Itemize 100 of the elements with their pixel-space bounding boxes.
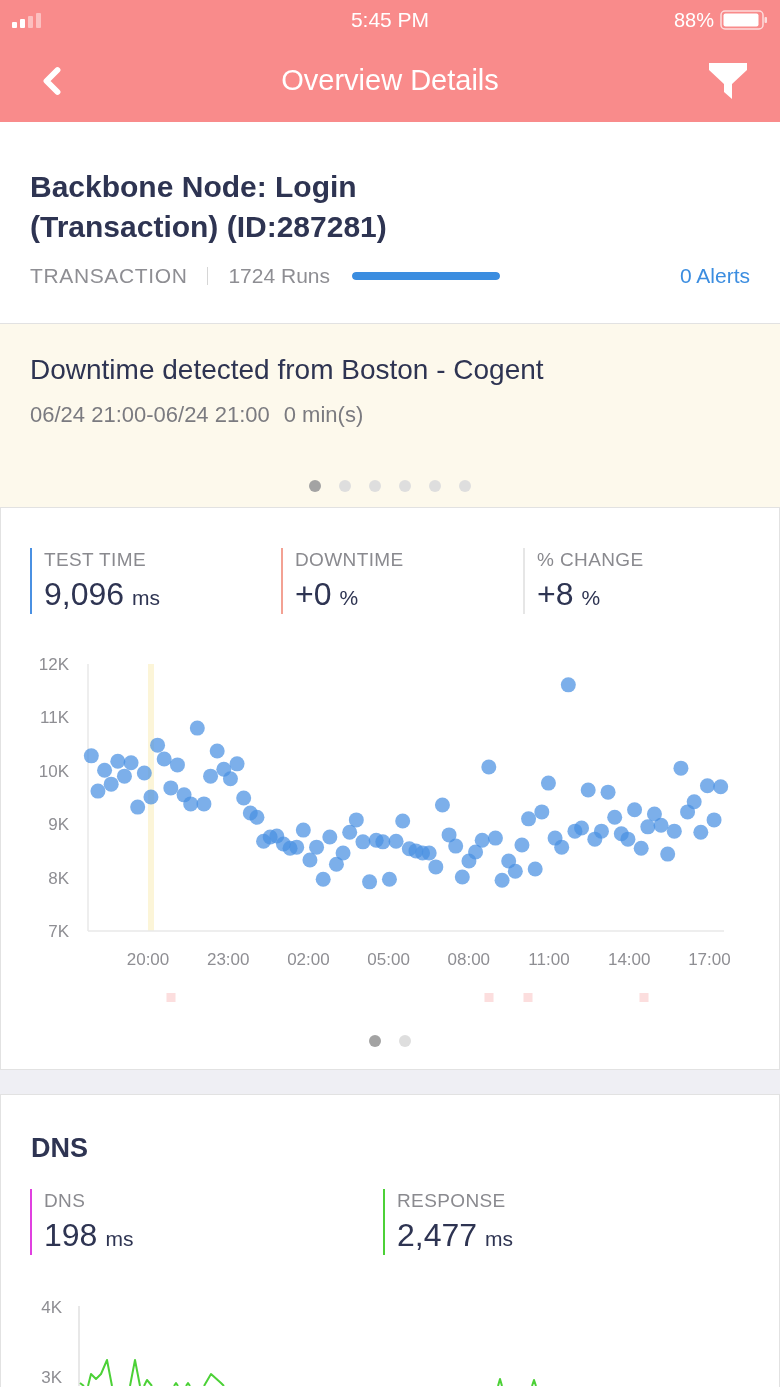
data-point [501, 853, 517, 869]
data-point [554, 839, 570, 855]
x-tick-label: 23:00 [206, 950, 250, 969]
data-point [375, 834, 391, 850]
battery-percent: 88% [673, 8, 714, 33]
data-point [468, 844, 484, 860]
data-point [627, 802, 643, 818]
y-tick-label: 12K [38, 655, 69, 674]
y-tick-label: 8K [48, 868, 69, 888]
test-type: TRANSACTION [30, 263, 188, 290]
data-point [593, 823, 609, 839]
data-point [507, 863, 523, 879]
data-point [150, 737, 166, 753]
data-point [143, 789, 159, 805]
data-point [640, 819, 656, 835]
data-point [123, 755, 139, 771]
data-point [421, 845, 437, 861]
alert-period: 06/24 21:00-06/24 21:00 [30, 401, 270, 429]
data-point [534, 804, 550, 820]
data-point [388, 833, 404, 849]
data-point [335, 845, 351, 861]
data-point [653, 817, 669, 833]
data-point [196, 796, 212, 812]
metric-value: 2,477 [397, 1216, 478, 1255]
data-point [560, 677, 576, 693]
data-point [355, 834, 371, 850]
y-tick-label: 10K [38, 761, 69, 781]
data-point [686, 794, 702, 810]
data-point [315, 871, 331, 887]
x-tick-label: 08:00 [447, 950, 491, 969]
dns-title: DNS [30, 1132, 89, 1165]
data-point [90, 783, 106, 799]
battery-icon [720, 10, 768, 30]
x-tick-label: 17:00 [688, 950, 731, 969]
metric-value: +0 [295, 575, 332, 614]
metric-label: RESPONSE [397, 1189, 507, 1213]
data-point [136, 765, 152, 781]
data-point [521, 811, 537, 827]
data-point [693, 824, 709, 840]
square-marker-icon [166, 993, 176, 1002]
data-point [474, 832, 490, 848]
data-point [660, 846, 676, 862]
data-point [183, 796, 199, 812]
data-point [163, 780, 179, 796]
data-point [103, 776, 119, 792]
x-tick-label: 14:00 [607, 950, 651, 969]
data-point [487, 830, 503, 846]
data-point [116, 768, 132, 784]
data-point [328, 856, 344, 872]
data-point [309, 839, 325, 855]
metric-label: DOWNTIME [295, 548, 404, 572]
data-point [249, 809, 265, 825]
x-tick-label: 05:00 [367, 950, 410, 969]
y-tick-label: 3K [41, 1368, 62, 1386]
y-tick-label: 7K [48, 922, 69, 941]
data-point [428, 859, 444, 875]
metric-value: 9,096 [44, 575, 125, 614]
data-point [699, 778, 715, 794]
data-point [229, 756, 245, 772]
data-point [156, 751, 172, 767]
data-point [381, 871, 397, 887]
metric-unit: % [339, 585, 359, 611]
data-point [574, 820, 590, 836]
runs-count: 1724 Runs [228, 263, 330, 290]
data-point [209, 743, 225, 759]
metric-unit: ms [485, 1226, 514, 1252]
data-point [203, 768, 219, 784]
data-point [646, 806, 662, 822]
square-marker-icon [523, 993, 533, 1002]
data-point [83, 748, 99, 764]
test-title: Backbone Node: Login (Transaction) (ID:287281) [30, 169, 388, 245]
data-point [342, 824, 358, 840]
metric-label: TEST TIME [44, 548, 147, 572]
alert-duration: 0 min(s) [283, 401, 364, 429]
alert-card[interactable]: Downtime detected from Boston - Cogent 06/24 21:00-06/24 21:00 0 min(s) [0, 323, 780, 508]
data-point [441, 827, 457, 843]
metric-label: DNS [44, 1189, 87, 1213]
metric-value: +8 [537, 575, 574, 614]
data-point [600, 784, 616, 800]
status-time: 5:45 PM [350, 7, 430, 34]
x-tick-label: 11:00 [528, 950, 570, 969]
data-point [666, 823, 682, 839]
y-tick-label: 9K [48, 815, 69, 835]
data-point [189, 720, 205, 736]
nav-title: Overview Details [281, 63, 499, 99]
metric-label: % CHANGE [537, 548, 644, 572]
metric-unit: ms [105, 1226, 134, 1252]
data-point [527, 861, 543, 877]
data-point [362, 874, 378, 890]
data-point [395, 813, 411, 829]
data-point [706, 812, 722, 828]
data-point [607, 809, 623, 825]
data-point [110, 753, 126, 769]
data-point [494, 872, 510, 888]
data-point [713, 779, 729, 795]
data-point [289, 839, 305, 855]
data-point [481, 759, 497, 775]
data-point [348, 812, 364, 828]
metric-value: 198 [44, 1216, 98, 1255]
data-point [322, 829, 338, 845]
